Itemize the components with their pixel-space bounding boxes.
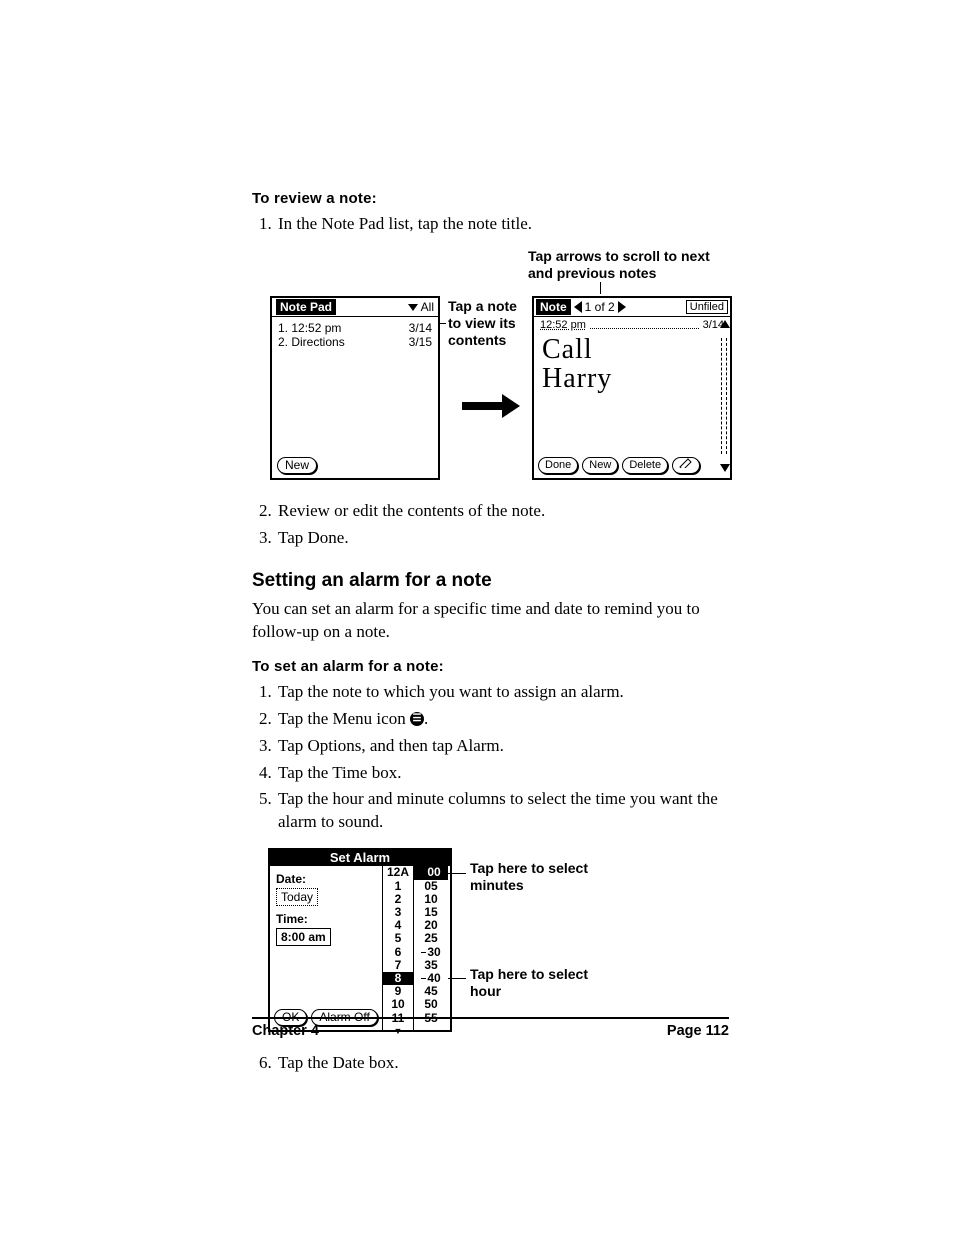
step: Tap the hour and minute columns to selec…	[276, 788, 729, 834]
note-counter: 1 of 2	[585, 300, 615, 314]
footer-chapter: Chapter 4	[252, 1023, 319, 1039]
callout-line	[600, 282, 601, 294]
title-notepad: Note Pad	[276, 299, 336, 315]
step: Tap Options, and then tap Alarm.	[276, 735, 729, 758]
hour-column[interactable]: 12A1234567891011▼	[383, 866, 414, 1030]
figure-notepad-screens: Tap arrows to scroll to next and previou…	[252, 250, 729, 490]
minute-option[interactable]: 10	[414, 893, 448, 906]
screen-note-view: Note 1 of 2 Unfiled 12:52 pm 3/14 Call H…	[532, 296, 732, 480]
para-alarm-intro: You can set an alarm for a specific time…	[252, 598, 729, 644]
dropdown-icon	[408, 304, 418, 311]
hour-option[interactable]: 2	[383, 893, 413, 906]
pen-icon[interactable]	[672, 457, 700, 474]
heading-review-note: To review a note:	[252, 190, 729, 207]
heading-setting-alarm: Setting an alarm for a note	[252, 570, 729, 592]
callout-line	[440, 323, 446, 324]
new-button[interactable]: New	[277, 457, 317, 474]
hour-option[interactable]: 7	[383, 959, 413, 972]
new-button[interactable]: New	[582, 457, 618, 474]
hour-option[interactable]: 1	[383, 880, 413, 893]
scrollbar[interactable]	[721, 338, 727, 454]
minute-option[interactable]: 50	[414, 998, 448, 1011]
menu-icon: ☰	[410, 712, 424, 726]
step-2: Review or edit the contents of the note.	[276, 500, 729, 523]
screen-notepad-list: Note Pad All 1. 12:52 pm3/14 2. Directio…	[270, 296, 440, 480]
minute-option[interactable]: 05	[414, 880, 448, 893]
footer-page: Page 112	[667, 1023, 729, 1039]
date-box[interactable]: Today	[276, 888, 318, 906]
title-note: Note	[536, 299, 571, 315]
done-button[interactable]: Done	[538, 457, 578, 474]
minute-column[interactable]: 000510152025303540455055	[414, 866, 448, 1030]
callout-line	[448, 978, 466, 979]
minute-option[interactable]: 30	[414, 946, 448, 959]
hour-option[interactable]: 12A	[383, 866, 413, 879]
note-time: 12:52 pm	[540, 319, 586, 331]
screen-set-alarm: Set Alarm Date: Today Time: 8:00 am OK A…	[268, 848, 452, 1032]
minute-option[interactable]: 25	[414, 932, 448, 945]
prev-note-icon[interactable]	[574, 301, 582, 313]
callout-tap-note: Tap a note to view its contents	[448, 298, 518, 348]
callout-select-minutes: Tap here to select minutes	[470, 860, 610, 894]
hour-option[interactable]: 6	[383, 946, 413, 959]
callout-line	[448, 873, 466, 874]
step: Tap the Date box.	[276, 1052, 729, 1075]
step: Tap the Menu icon ☰.	[276, 708, 729, 731]
hour-option[interactable]: 5	[383, 932, 413, 945]
list-item[interactable]: 2. Directions3/15	[278, 335, 432, 349]
step: Tap the note to which you want to assign…	[276, 681, 729, 704]
next-note-icon[interactable]	[618, 301, 626, 313]
step-3: Tap Done.	[276, 527, 729, 550]
minute-option[interactable]: 00	[414, 866, 448, 879]
category-box[interactable]: Unfiled	[686, 300, 728, 314]
arrow-right-icon	[462, 394, 520, 418]
callout-select-hour: Tap here to select hour	[470, 966, 590, 1000]
time-box[interactable]: 8:00 am	[276, 928, 331, 946]
list-item[interactable]: 1. 12:52 pm3/14	[278, 321, 432, 335]
hour-option[interactable]: 10	[383, 998, 413, 1011]
step-1: In the Note Pad list, tap the note title…	[276, 213, 729, 236]
time-label: Time:	[276, 912, 376, 926]
handwriting-content: Call Harry	[534, 333, 730, 396]
step: Tap the Time box.	[276, 762, 729, 785]
scroll-up-icon[interactable]	[720, 320, 730, 328]
heading-to-set-alarm: To set an alarm for a note:	[252, 658, 729, 675]
delete-button[interactable]: Delete	[622, 457, 668, 474]
scroll-down-icon[interactable]	[720, 464, 730, 472]
callout-scroll-arrows: Tap arrows to scroll to next and previou…	[528, 248, 718, 282]
category-dropdown[interactable]: All	[408, 300, 434, 314]
title-set-alarm: Set Alarm	[270, 850, 450, 866]
minute-option[interactable]: 35	[414, 959, 448, 972]
date-label: Date:	[276, 872, 376, 886]
